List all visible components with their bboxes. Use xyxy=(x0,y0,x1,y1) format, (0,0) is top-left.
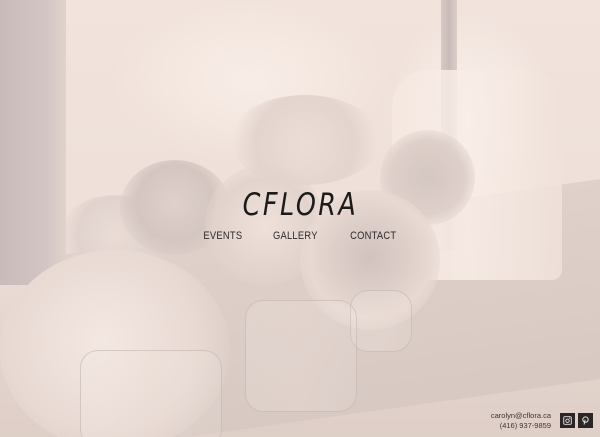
main-nav: EVENTS GALLERY CONTACT xyxy=(0,230,600,242)
social-links xyxy=(560,413,593,428)
contact-phone[interactable]: (416) 937-9859 xyxy=(491,421,551,431)
contact-email[interactable]: carolyn@cflora.ca xyxy=(491,411,551,421)
instagram-button[interactable] xyxy=(560,413,575,428)
pinterest-button[interactable] xyxy=(578,413,593,428)
contact-info: carolyn@cflora.ca (416) 937-9859 xyxy=(491,411,551,431)
brand: CFLORA xyxy=(0,185,600,225)
nav-link-events[interactable]: EVENTS xyxy=(203,230,242,242)
nav-link-contact[interactable]: CONTACT xyxy=(350,230,396,242)
site-logo[interactable]: CFLORA xyxy=(242,185,358,225)
pinterest-icon xyxy=(582,416,589,425)
nav-link-gallery[interactable]: GALLERY xyxy=(273,230,318,242)
page: CFLORA EVENTS GALLERY CONTACT carolyn@cf… xyxy=(0,0,600,437)
instagram-icon xyxy=(563,416,572,425)
